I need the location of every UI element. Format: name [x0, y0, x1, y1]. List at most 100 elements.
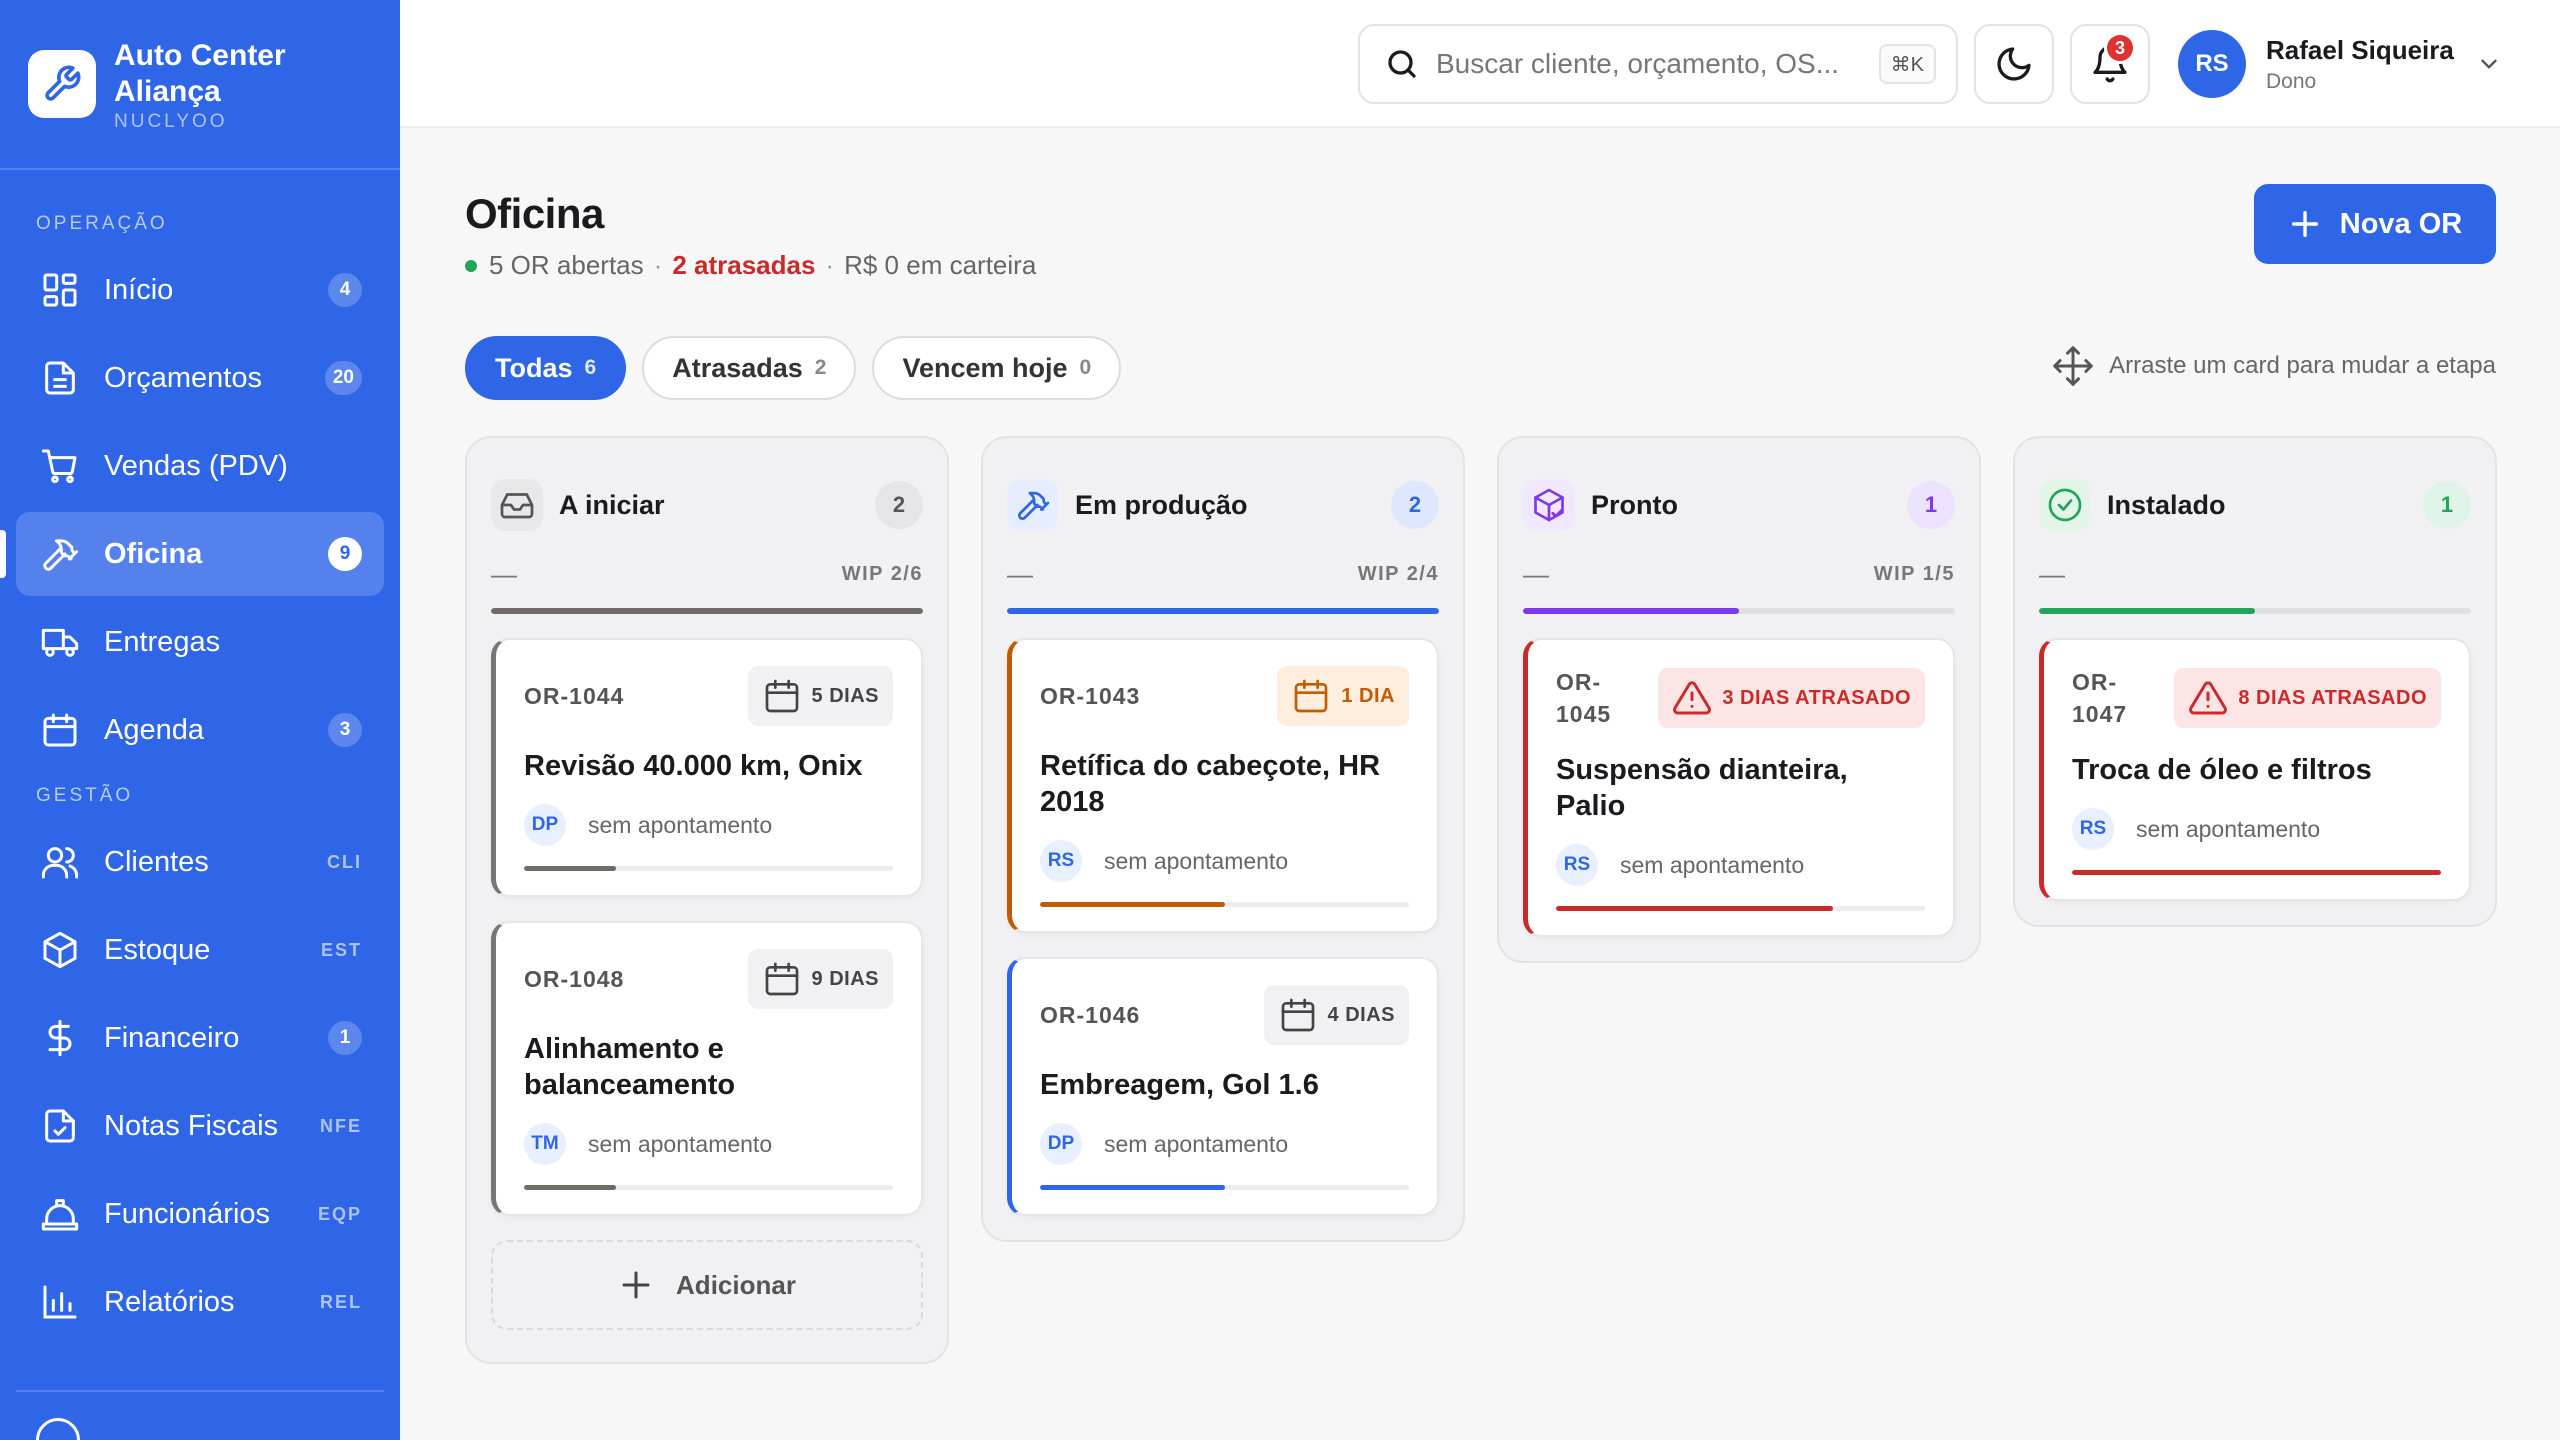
- column-wip-bar: [491, 608, 923, 614]
- theme-toggle-button[interactable]: [1974, 24, 2054, 104]
- page-meta: 5 OR abertas · 2 atrasadas · R$ 0 em car…: [465, 250, 1036, 281]
- sidebar-item-inicio[interactable]: Início 4: [16, 248, 384, 332]
- user-name: Rafael Siqueira: [2266, 34, 2454, 65]
- card-title: Retífica do cabeçote, HR 2018: [1040, 750, 1381, 818]
- column-dash: —: [1007, 558, 1035, 589]
- column-title: A iniciar: [559, 489, 665, 520]
- sidebar-item-label: Relatórios: [104, 1285, 235, 1318]
- sidebar-item-label: Orçamentos: [104, 361, 262, 394]
- sidebar-item-financeiro[interactable]: Financeiro 1: [16, 996, 384, 1080]
- assign-text: sem apontamento: [2136, 815, 2321, 842]
- brand[interactable]: Auto Center Aliança NUCLYOO: [0, 0, 400, 170]
- avatar: RS: [1040, 840, 1082, 882]
- meta-late-count: 2 atrasadas: [672, 250, 816, 280]
- column-wip: WIP 2/4: [1357, 562, 1439, 585]
- calendar-icon: [38, 708, 82, 752]
- moon-icon: [1994, 44, 2034, 84]
- notification-count: 3: [2104, 32, 2136, 64]
- chevron-down-icon: [2476, 51, 2502, 77]
- assign-text: sem apontamento: [1620, 851, 1805, 878]
- order-card[interactable]: OR-1045 3 DIAS ATRASADO Suspensão diante…: [1523, 638, 1955, 937]
- due-text: 5 DIAS: [811, 684, 879, 707]
- avatar: TM: [524, 1123, 566, 1165]
- order-card[interactable]: OR-1047 8 DIAS ATRASADO Troca de óleo e …: [2039, 638, 2471, 901]
- filter-chips: Todas 6 Atrasadas 2 Vencem hoje 0: [465, 336, 1137, 400]
- status-dot: [465, 259, 477, 272]
- column-count: 1: [1907, 481, 1955, 529]
- sidebar-item-vendas[interactable]: Vendas (PDV): [16, 424, 384, 508]
- sidebar-item-oficina[interactable]: Oficina 9: [0, 512, 384, 596]
- drag-hint-text: Arraste um card para mudar a etapa: [2109, 352, 2496, 379]
- card-id: OR-1044: [524, 683, 625, 709]
- column-title: Instalado: [2107, 489, 2226, 520]
- card-id: OR-1045: [1556, 669, 1612, 727]
- column-wip-bar-fill: [1523, 608, 1739, 614]
- assign-text: sem apontamento: [588, 811, 773, 838]
- due-text: 9 DIAS: [811, 967, 879, 990]
- sidebar-item-label: Estoque: [104, 933, 211, 966]
- column-wip-bar-fill: [491, 608, 923, 614]
- sidebar-item-clientes[interactable]: Clientes CLI: [16, 820, 384, 904]
- add-card-button[interactable]: Adicionar: [491, 1240, 923, 1330]
- inbox-icon: [491, 479, 543, 531]
- sidebar-item-label: Clientes: [104, 845, 209, 878]
- settings-icon[interactable]: [36, 1418, 80, 1440]
- filter-label: Vencem hoje: [902, 352, 1068, 383]
- page-title: Oficina: [465, 190, 604, 237]
- user-menu[interactable]: RS Rafael Siqueira Dono: [2178, 30, 2502, 98]
- filter-chip-atrasadas[interactable]: Atrasadas 2: [642, 336, 857, 400]
- board-column-instalado: Instalado 1 — OR-1047 8 DIAS ATRASADO Tr…: [2013, 436, 2497, 927]
- column-count: 2: [1391, 481, 1439, 529]
- order-card[interactable]: OR-1048 9 DIAS Alinhamento e balanceamen…: [491, 921, 923, 1216]
- wrench-icon: [28, 50, 96, 118]
- column-wip: WIP 1/5: [1873, 562, 1955, 585]
- card-progress: [1040, 902, 1409, 907]
- filter-count: 6: [584, 356, 597, 379]
- card-progress-fill: [524, 866, 617, 871]
- search-input[interactable]: [1436, 48, 1866, 80]
- column-wip-bar: [2039, 608, 2471, 614]
- calendar-icon: [762, 676, 802, 716]
- sidebar-code: EST: [320, 939, 362, 960]
- due-badge: 9 DIAS: [747, 949, 893, 1009]
- order-card[interactable]: OR-1044 5 DIAS Revisão 40.000 km, Onix D…: [491, 638, 923, 897]
- board-column-a-iniciar: A iniciar 2 — WIP 2/6 OR-1044 5 DIAS Rev…: [465, 436, 949, 1364]
- topbar: ⌘K 3 RS Rafael Siqueira Dono: [400, 0, 2560, 128]
- search-box[interactable]: ⌘K: [1358, 24, 1958, 104]
- order-card[interactable]: OR-1043 1 DIA Retífica do cabeçote, HR 2…: [1007, 638, 1439, 933]
- meta-wallet: R$ 0 em carteira: [844, 250, 1037, 280]
- sidebar-code: CLI: [327, 851, 362, 872]
- column-wip: WIP 2/6: [841, 562, 923, 585]
- drag-hint: Arraste um card para mudar a etapa: [2051, 344, 2496, 388]
- sidebar-item-relatorios[interactable]: Relatórios REL: [16, 1260, 384, 1344]
- assign-text: sem apontamento: [1104, 847, 1289, 874]
- sidebar-item-funcionarios[interactable]: Funcionários EQP: [16, 1172, 384, 1256]
- sidebar-item-agenda[interactable]: Agenda 3: [16, 688, 384, 772]
- card-id: OR-1043: [1040, 683, 1141, 709]
- brand-subtitle: NUCLYOO: [114, 110, 228, 132]
- card-progress: [2072, 870, 2441, 875]
- column-dash: —: [1523, 558, 1551, 589]
- new-or-button[interactable]: Nova OR: [2254, 184, 2496, 264]
- invoice-icon: [38, 1104, 82, 1148]
- notifications-button[interactable]: 3: [2070, 24, 2150, 104]
- card-title: Alinhamento e balanceamento: [524, 1033, 736, 1101]
- calendar-icon: [762, 959, 802, 999]
- meta-open-count: 5 OR abertas: [489, 250, 644, 280]
- sidebar-item-entregas[interactable]: Entregas: [16, 600, 384, 684]
- sidebar-item-notas-fiscais[interactable]: Notas Fiscais NFE: [16, 1084, 384, 1168]
- column-title: Em produção: [1075, 489, 1248, 520]
- hammer-icon: [38, 532, 82, 576]
- order-card[interactable]: OR-1046 4 DIAS Embreagem, Gol 1.6 DP sem…: [1007, 957, 1439, 1216]
- sidebar-badge: 1: [328, 1021, 362, 1055]
- sidebar-item-orcamentos[interactable]: Orçamentos 20: [16, 336, 384, 420]
- filter-chip-todas[interactable]: Todas 6: [465, 336, 627, 400]
- card-id: OR-1046: [1040, 1002, 1141, 1028]
- new-or-label: Nova OR: [2339, 207, 2463, 240]
- sidebar-item-label: Funcionários: [104, 1197, 271, 1230]
- plus-icon: [618, 1267, 654, 1303]
- due-badge: 4 DIAS: [1263, 985, 1409, 1045]
- sidebar-item-estoque[interactable]: Estoque EST: [16, 908, 384, 992]
- filter-chip-vencem-hoje[interactable]: Vencem hoje 0: [872, 336, 1122, 400]
- nav-section-management: GESTÃO: [36, 785, 134, 806]
